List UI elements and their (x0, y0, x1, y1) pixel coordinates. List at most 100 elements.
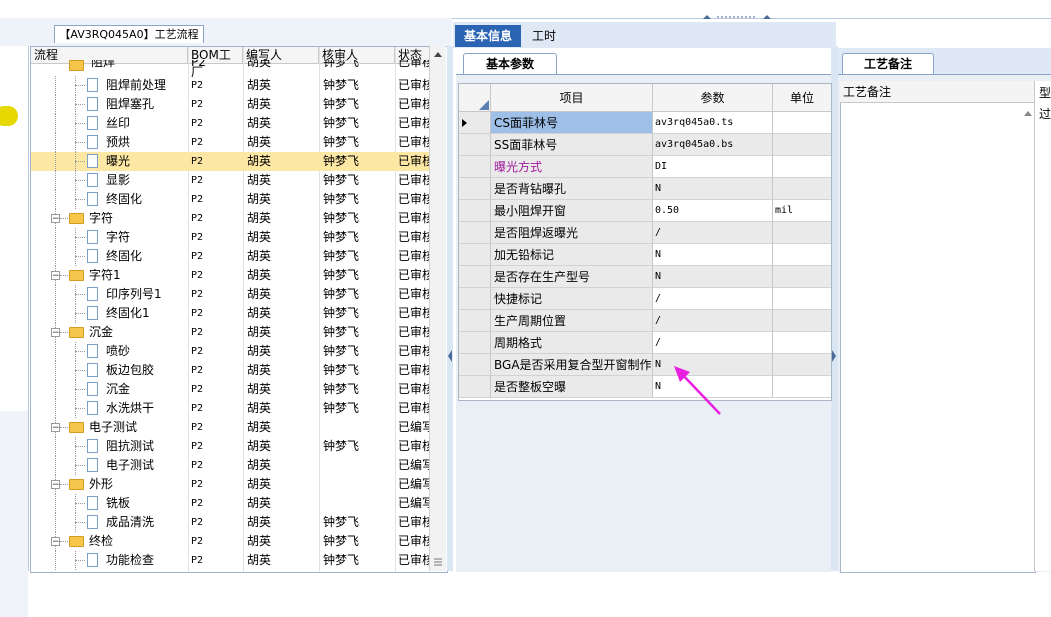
param-value-field[interactable]: / (653, 288, 773, 310)
param-value-field[interactable]: DI (653, 156, 773, 178)
tree-row-step[interactable]: 电子测试 P2 胡英 已编写 (31, 456, 431, 475)
tree-row-step[interactable]: 成品清洗 P2 胡英 钟梦飞 已审核 (31, 513, 431, 532)
tree-row-step[interactable]: 丝印 P2 胡英 钟梦飞 已审核 (31, 114, 431, 133)
splitter-grip-icon[interactable] (703, 14, 771, 20)
tree-row-step[interactable]: 终固化 P2 胡英 钟梦飞 已审核 (31, 247, 431, 266)
row-indicator[interactable] (459, 354, 491, 376)
row-indicator[interactable] (459, 376, 491, 398)
parameter-row[interactable]: 是否阻焊返曝光 / (459, 222, 831, 244)
row-indicator[interactable] (459, 156, 491, 178)
parameter-row[interactable]: 最小阻焊开窗 0.50 mil (459, 200, 831, 222)
tab-work-hours[interactable]: 工时 (526, 25, 562, 47)
parameter-row[interactable]: CS面菲林号 av3rq045a0.ts (459, 112, 831, 134)
parameter-grid[interactable]: 项目 参数 单位 CS面菲林号 av3rq045a0.ts SS面菲林号 av3rq0… (458, 83, 832, 401)
parameter-row[interactable]: 曝光方式 DI (459, 156, 831, 178)
param-value-field[interactable]: N (653, 178, 773, 200)
tab-basic-info[interactable]: 基本信息 (455, 25, 521, 47)
row-indicator[interactable] (459, 244, 491, 266)
param-value-field[interactable]: / (653, 222, 773, 244)
tree-row-step[interactable]: 水洗烘干 P2 胡英 钟梦飞 已审核 (31, 399, 431, 418)
collapse-toggle-icon[interactable]: − (51, 423, 60, 433)
collapse-left-icon[interactable] (448, 346, 452, 366)
tree-row-step[interactable]: 印序列号1 P2 胡英 钟梦飞 已审核 (31, 285, 431, 304)
param-value-field[interactable]: / (653, 310, 773, 332)
param-value-field[interactable]: / (653, 332, 773, 354)
row-indicator[interactable] (459, 332, 491, 354)
param-value-field[interactable]: N (653, 266, 773, 288)
tree-row-group[interactable]: − 电子测试 P2 胡英 已编写 (31, 418, 431, 437)
tree-line (75, 123, 85, 125)
tree-row-step[interactable]: 功能检查 P2 胡英 钟梦飞 已审核 (31, 551, 431, 570)
tree-row-partial[interactable]: 阻焊 P2 胡英 钟梦飞 已审核 (31, 60, 431, 72)
column-header-unit[interactable]: 单位 (773, 84, 831, 112)
tree-row-step[interactable]: 曝光 P2 胡英 钟梦飞 已审核 (31, 152, 431, 171)
collapse-toggle-icon[interactable]: − (51, 214, 60, 224)
parameter-row[interactable]: 是否整板空曝 N (459, 376, 831, 398)
cell-factory: P2 (191, 327, 204, 338)
tree-row-step[interactable]: 终固化 P2 胡英 钟梦飞 已审核 (31, 190, 431, 209)
tree-row-group[interactable]: − 外形 P2 胡英 已编写 (31, 475, 431, 494)
tree-row-step[interactable]: 阻焊塞孔 P2 胡英 钟梦飞 已审核 (31, 95, 431, 114)
parameter-row[interactable]: 加无铅标记 N (459, 244, 831, 266)
parameter-row[interactable]: 是否存在生产型号 N (459, 266, 831, 288)
column-header-item[interactable]: 项目 (491, 84, 653, 112)
parameter-row[interactable]: 是否背钻曝孔 N (459, 178, 831, 200)
cell-name: 阻焊前处理 (106, 78, 167, 92)
scroll-up-arrow-icon[interactable] (433, 50, 443, 58)
tab-basic-params[interactable]: 基本参数 (463, 53, 557, 74)
collapse-right-icon[interactable] (832, 346, 836, 366)
parameter-row[interactable]: BGA是否采用复合型开窗制作 N (459, 354, 831, 376)
status-indicator-icon[interactable] (0, 106, 18, 126)
row-indicator[interactable] (459, 112, 491, 134)
left-middle-splitter[interactable] (447, 46, 453, 571)
parameter-row[interactable]: 周期格式 / (459, 332, 831, 354)
row-indicator[interactable] (459, 288, 491, 310)
tree-row-step[interactable]: 阻抗测试 P2 胡英 钟梦飞 已审核 (31, 437, 431, 456)
tree-row-step[interactable]: 终固化1 P2 胡英 钟梦飞 已审核 (31, 304, 431, 323)
tree-row-step[interactable]: 沉金 P2 胡英 钟梦飞 已审核 (31, 380, 431, 399)
collapse-toggle-icon[interactable]: − (51, 480, 60, 490)
tab-process-flow[interactable]: 【AV3RQ045A0】工艺流程 (54, 25, 204, 43)
grid-corner-header[interactable] (459, 84, 491, 112)
row-indicator[interactable] (459, 222, 491, 244)
row-indicator[interactable] (459, 310, 491, 332)
row-indicator[interactable] (459, 134, 491, 156)
tree-row-step[interactable]: 字符 P2 胡英 钟梦飞 已审核 (31, 228, 431, 247)
param-value-field[interactable]: N (653, 244, 773, 266)
row-indicator[interactable] (459, 266, 491, 288)
param-value-field[interactable]: av3rq045a0.ts (653, 112, 773, 134)
param-value-field[interactable]: av3rq045a0.bs (653, 134, 773, 156)
parameter-row[interactable]: SS面菲林号 av3rq045a0.bs (459, 134, 831, 156)
row-indicator[interactable] (459, 178, 491, 200)
row-indicator[interactable] (459, 200, 491, 222)
tree-row-group[interactable]: − 沉金 P2 胡英 钟梦飞 已审核 (31, 323, 431, 342)
scroll-up-arrow-icon[interactable] (1023, 109, 1033, 117)
scroll-grip-icon[interactable] (433, 558, 443, 566)
collapse-toggle-icon[interactable]: − (51, 271, 60, 281)
column-header-process-notes[interactable]: 工艺备注 (840, 81, 1034, 103)
tree-row-step[interactable]: 铣板 P2 胡英 已编写 (31, 494, 431, 513)
param-value-field[interactable]: 0.50 (653, 200, 773, 222)
collapse-toggle-icon[interactable]: − (51, 328, 60, 338)
tree-row-step[interactable]: 显影 P2 胡英 钟梦飞 已审核 (31, 171, 431, 190)
cell-status: 已审核 (398, 515, 430, 529)
process-notes-area[interactable] (840, 81, 1036, 573)
parameter-row[interactable]: 快捷标记 / (459, 288, 831, 310)
tree-row-step[interactable]: 预烘 P2 胡英 钟梦飞 已审核 (31, 133, 431, 152)
middle-right-splitter[interactable] (831, 46, 838, 571)
tab-process-notes[interactable]: 工艺备注 (842, 53, 934, 74)
parameter-row[interactable]: 生产周期位置 / (459, 310, 831, 332)
tree-row-step[interactable]: 板边包胶 P2 胡英 钟梦飞 已审核 (31, 361, 431, 380)
partial-column[interactable]: 型 过 (1024, 81, 1051, 571)
process-tree-grid[interactable]: 流程 BOM工厂 编写人 核审人 状态 阻焊 P2 胡英 钟梦飞 已审核 阻焊前处理 P2 胡… (30, 46, 448, 573)
tree-vertical-scrollbar[interactable] (429, 46, 446, 571)
tree-row-group[interactable]: − 字符1 P2 胡英 钟梦飞 已审核 (31, 266, 431, 285)
column-header-param[interactable]: 参数 (653, 84, 773, 112)
tree-row-group[interactable]: − 终检 P2 胡英 钟梦飞 已审核 (31, 532, 431, 551)
cell-status: 已审核 (398, 211, 430, 225)
tree-row-group[interactable]: − 字符 P2 胡英 钟梦飞 已审核 (31, 209, 431, 228)
collapse-toggle-icon[interactable]: − (51, 537, 60, 547)
tree-row-step[interactable]: 阻焊前处理 P2 胡英 钟梦飞 已审核 (31, 76, 431, 95)
cell-writer: 胡英 (247, 325, 272, 339)
tree-row-step[interactable]: 喷砂 P2 胡英 钟梦飞 已审核 (31, 342, 431, 361)
